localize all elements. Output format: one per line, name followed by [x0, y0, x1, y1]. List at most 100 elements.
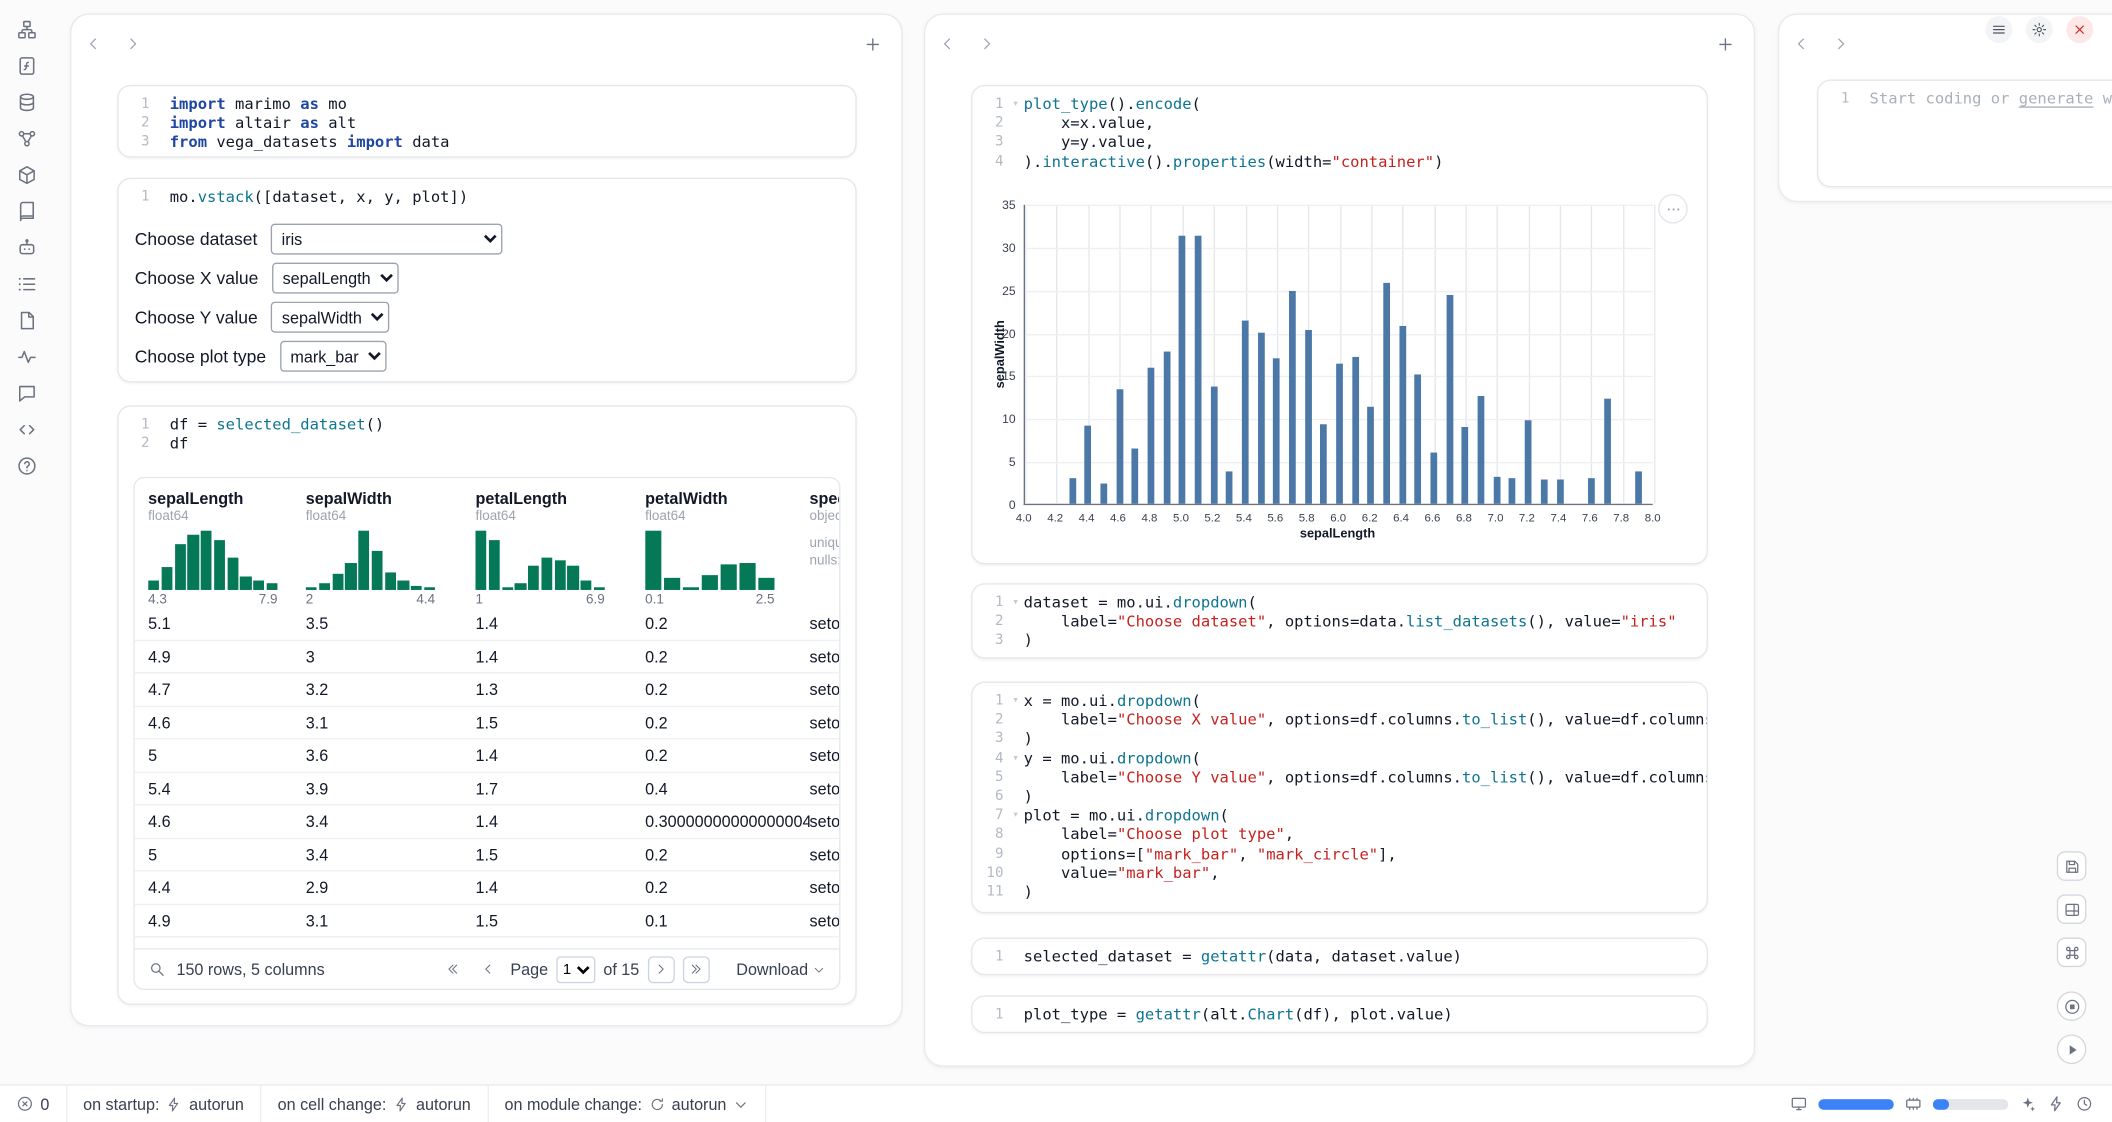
code-editor[interactable]: 1▾x = mo.ui.dropdown(2 label="Choose X v…: [972, 683, 1706, 910]
last-page-button[interactable]: [682, 956, 709, 983]
stop-button[interactable]: [2057, 991, 2087, 1021]
empty-cell[interactable]: 1 Start coding or generate with AI: [1817, 79, 2112, 187]
table-row[interactable]: 4.931.40.2setosa: [135, 640, 839, 673]
choose-dataset-select[interactable]: iris: [271, 224, 503, 255]
page-select[interactable]: 1: [556, 956, 595, 983]
settings-button[interactable]: [2026, 16, 2053, 43]
code-line[interactable]: 1plot_type = getattr(alt.Chart(df), plot…: [972, 1005, 1693, 1024]
table-row[interactable]: 4.42.91.40.2setosa: [135, 871, 839, 904]
run-all-button[interactable]: [2057, 1034, 2087, 1064]
column-scroll-left-button[interactable]: [85, 35, 103, 53]
table-column-header[interactable]: petalWidthfloat640.12.5: [645, 489, 809, 608]
cell-dataframe[interactable]: 1df = selected_dataset()2df sepalLengthf…: [117, 405, 856, 1004]
code-line[interactable]: 1▾plot_type().encode(: [972, 94, 1693, 113]
table-column-header[interactable]: speciesobjectuniquenulls:: [810, 489, 840, 608]
code-editor[interactable]: 1import marimo as mo2import altair as al…: [119, 86, 856, 157]
column-scroll-right-button[interactable]: [978, 35, 996, 53]
column-scroll-left-button[interactable]: [939, 35, 957, 53]
code-editor[interactable]: 1mo.vstack([dataset, x, y, plot]): [119, 179, 856, 214]
code-editor[interactable]: 1plot_type = getattr(alt.Chart(df), plot…: [972, 997, 1706, 1032]
code-line[interactable]: 2 label="Choose X value", options=df.col…: [972, 710, 1693, 729]
code-line[interactable]: 2import altair as alt: [119, 113, 842, 132]
cell-selected-dataset[interactable]: 1selected_dataset = getattr(data, datase…: [971, 937, 1708, 975]
layout-button[interactable]: [2057, 894, 2087, 924]
uptime-icon[interactable]: [2076, 1095, 2094, 1113]
code-line[interactable]: 7▾plot = mo.ui.dropdown(: [972, 806, 1693, 825]
runtime-config-segment-1[interactable]: on cell change:autorun: [261, 1086, 488, 1122]
table-column-header[interactable]: sepalWidthfloat6424.4: [306, 489, 476, 608]
code-line[interactable]: 1▾x = mo.ui.dropdown(: [972, 691, 1693, 710]
code-editor[interactable]: 1selected_dataset = getattr(data, datase…: [972, 939, 1706, 974]
code-line[interactable]: 1import marimo as mo: [119, 94, 842, 113]
table-column-header[interactable]: sepalLengthfloat644.37.9: [148, 489, 306, 608]
column-histogram[interactable]: [306, 531, 435, 590]
sidebar-item-file-explorer[interactable]: [12, 19, 42, 41]
error-indicator[interactable]: 0: [0, 1086, 67, 1122]
code-line[interactable]: 5 label="Choose Y value", options=df.col…: [972, 768, 1693, 787]
sidebar-item-help[interactable]: [12, 455, 42, 477]
cell-placeholder[interactable]: Start coding or generate with AI: [1870, 89, 2112, 108]
sidebar-item-dependency-graph[interactable]: [12, 128, 42, 150]
sidebar-item-outline[interactable]: [12, 273, 42, 295]
ai-status-icon[interactable]: [2019, 1095, 2037, 1113]
download-button[interactable]: Download: [736, 960, 825, 979]
keyboard-shortcuts-button[interactable]: [2057, 937, 2087, 967]
notebook-menu-button[interactable]: [1985, 16, 2012, 43]
table-column-header[interactable]: petalLengthfloat6416.9: [475, 489, 645, 608]
sidebar-item-snippets[interactable]: [12, 419, 42, 441]
generate-with-ai-link[interactable]: generate: [2019, 89, 2094, 108]
table-row[interactable]: 5.43.91.70.4setosa: [135, 772, 839, 805]
code-editor[interactable]: 1▾dataset = mo.ui.dropdown(2 label="Choo…: [972, 585, 1706, 659]
code-line[interactable]: 8 label="Choose plot type",: [972, 825, 1693, 844]
sidebar-item-ai-chat[interactable]: [12, 237, 42, 259]
cell-dataset-dropdown[interactable]: 1▾dataset = mo.ui.dropdown(2 label="Choo…: [971, 583, 1708, 658]
table-row[interactable]: 4.93.11.50.1setosa: [135, 904, 839, 937]
table-row[interactable]: 4.63.11.50.2setosa: [135, 706, 839, 739]
code-editor[interactable]: 1df = selected_dataset()2df: [119, 407, 856, 461]
cell-vstack[interactable]: 1mo.vstack([dataset, x, y, plot]) Choose…: [117, 178, 856, 383]
add-cell-button[interactable]: [1716, 35, 1735, 54]
code-line[interactable]: 3 y=y.value,: [972, 133, 1693, 152]
table-row[interactable]: 53.41.50.2setosa: [135, 838, 839, 871]
prev-page-button[interactable]: [475, 956, 502, 983]
sidebar-item-datasets[interactable]: [12, 92, 42, 114]
runtime-config-segment-0[interactable]: on startup:autorun: [67, 1086, 262, 1122]
altair-chart[interactable]: sepalWidth 05101520253035 4.04.24.44.64.…: [972, 180, 1706, 560]
table-row[interactable]: 53.61.40.2setosa: [135, 739, 839, 772]
column-scroll-left-button[interactable]: [1793, 35, 1811, 53]
code-line[interactable]: 9 options=["mark_bar", "mark_circle"],: [972, 844, 1693, 863]
kernel-status-icon[interactable]: [2047, 1095, 2065, 1113]
table-row[interactable]: 5.13.51.40.2setosa: [135, 607, 839, 640]
shutdown-button[interactable]: [2066, 16, 2093, 43]
column-histogram[interactable]: [148, 531, 277, 590]
sidebar-item-documentation[interactable]: [12, 310, 42, 332]
code-line[interactable]: 3): [972, 631, 1693, 650]
code-line[interactable]: 4▾y = mo.ui.dropdown(: [972, 748, 1693, 767]
sidebar-item-functions[interactable]: [12, 55, 42, 77]
first-page-button[interactable]: [440, 956, 467, 983]
save-button[interactable]: [2057, 851, 2087, 881]
sidebar-item-packages[interactable]: [12, 164, 42, 186]
cell-imports[interactable]: 1import marimo as mo2import altair as al…: [117, 85, 856, 158]
code-editor[interactable]: 1 Start coding or generate with AI: [1818, 81, 2112, 116]
runtime-config-segment-2[interactable]: on module change:autorun: [488, 1086, 767, 1122]
code-line[interactable]: 6): [972, 787, 1693, 806]
choose-plot-type-select[interactable]: mark_bar: [280, 341, 386, 372]
chart-actions-button[interactable]: [1658, 194, 1688, 224]
code-line[interactable]: 11): [972, 882, 1693, 901]
cell-xy-plot-dropdowns[interactable]: 1▾x = mo.ui.dropdown(2 label="Choose X v…: [971, 682, 1708, 914]
chart-plot-area[interactable]: [1024, 205, 1653, 505]
choose-x-value-select[interactable]: sepalLength: [272, 263, 399, 294]
code-line[interactable]: 2df: [119, 434, 842, 453]
search-icon[interactable]: [148, 960, 166, 978]
choose-y-value-select[interactable]: sepalWidth: [271, 302, 390, 333]
next-page-button[interactable]: [647, 956, 674, 983]
code-line[interactable]: 1▾dataset = mo.ui.dropdown(: [972, 593, 1693, 612]
cell-plot-type[interactable]: 1plot_type = getattr(alt.Chart(df), plot…: [971, 995, 1708, 1033]
code-line[interactable]: 3): [972, 729, 1693, 748]
code-line[interactable]: 2 label="Choose dataset", options=data.l…: [972, 612, 1693, 631]
code-editor[interactable]: 1▾plot_type().encode(2 x=x.value,3 y=y.v…: [972, 86, 1706, 179]
column-histogram[interactable]: [475, 531, 604, 590]
code-line[interactable]: 10 value="mark_bar",: [972, 863, 1693, 882]
code-line[interactable]: 1selected_dataset = getattr(data, datase…: [972, 947, 1693, 966]
